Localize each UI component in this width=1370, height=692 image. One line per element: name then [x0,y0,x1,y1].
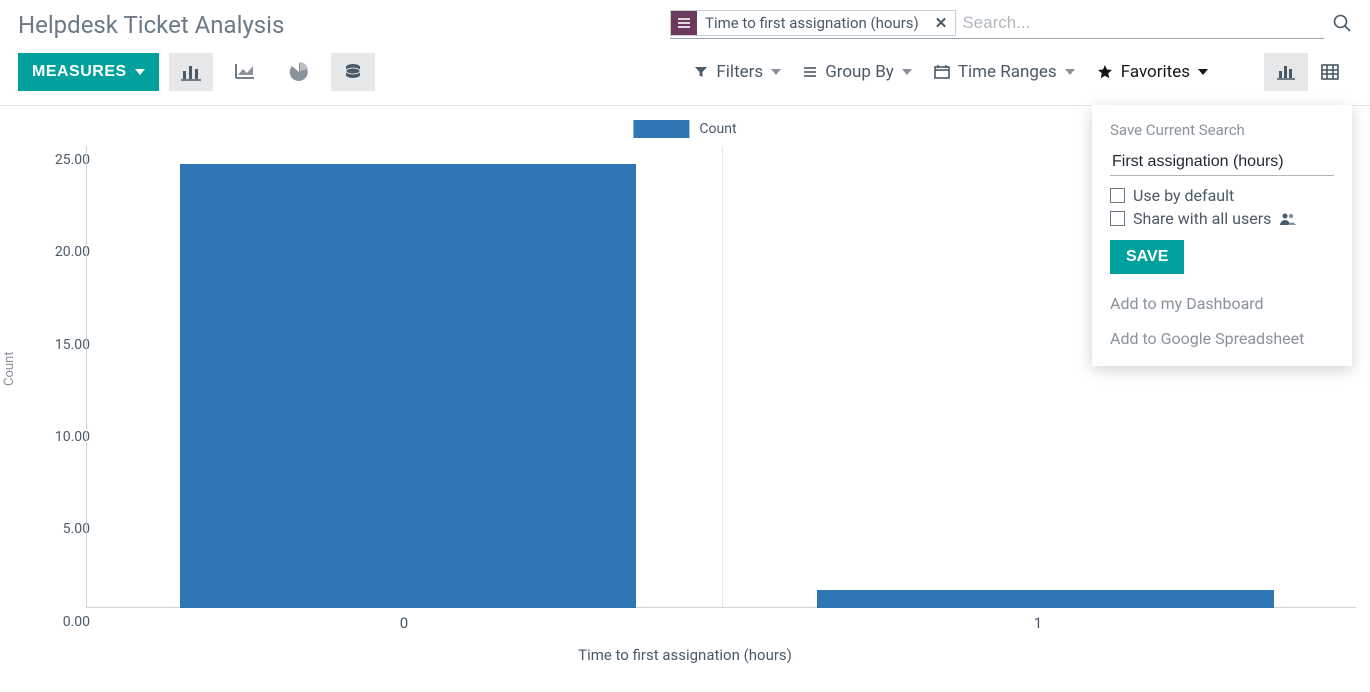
y-tick: 25.00 [20,152,90,168]
search-bar[interactable]: Time to first assignation (hours) ✕ [670,10,1324,39]
y-tick: 20.00 [20,244,90,260]
search-facet: Time to first assignation (hours) ✕ [670,10,956,36]
use-default-label: Use by default [1133,186,1234,205]
table-icon [1321,64,1339,80]
chart-bar [180,164,637,608]
filter-icon [694,65,708,79]
x-axis-label: Time to first assignation (hours) [578,646,792,664]
y-tick: 0.00 [20,614,90,630]
use-default-row[interactable]: Use by default [1092,184,1352,207]
chart-legend: Count [633,120,736,138]
y-tick: 10.00 [20,429,90,445]
search-input[interactable] [956,11,1324,35]
favorites-label: Favorites [1121,62,1190,82]
groupby-label: Group By [825,62,894,82]
groupby-facet-icon [671,11,697,35]
caret-down-icon [771,69,781,75]
bar-chart-icon [1277,64,1295,80]
gridline [722,146,723,608]
favorites-dropdown: Save Current Search Use by default Share… [1092,105,1352,366]
search-facet-remove[interactable]: ✕ [927,14,956,32]
y-tick: 15.00 [20,337,90,353]
add-spreadsheet-link[interactable]: Add to Google Spreadsheet [1092,321,1352,356]
measures-button[interactable]: MEASURES [18,53,159,91]
x-tick: 1 [1034,614,1042,632]
legend-label: Count [699,121,736,137]
line-chart-icon [235,63,255,81]
favorite-name-input[interactable] [1110,149,1334,176]
database-icon [343,63,363,81]
groupby-icon [803,65,817,79]
search-icon[interactable] [1324,13,1352,37]
groupby-menu[interactable]: Group By [803,62,912,82]
filters-label: Filters [716,62,763,82]
caret-down-icon [135,69,145,75]
legend-swatch [633,120,689,138]
favorites-save-title: Save Current Search [1092,117,1352,149]
page-title: Helpdesk Ticket Analysis [18,11,284,39]
x-tick: 0 [400,614,408,632]
search-facet-label: Time to first assignation (hours) [697,14,927,32]
caret-down-icon [902,69,912,75]
share-all-row[interactable]: Share with all users [1092,207,1352,230]
users-icon [1279,212,1297,226]
checkbox-icon[interactable] [1110,211,1125,226]
bar-chart-icon [181,63,201,81]
bar-chart-button[interactable] [169,53,213,91]
checkbox-icon[interactable] [1110,188,1125,203]
share-all-label: Share with all users [1133,209,1271,228]
favorites-menu[interactable]: Favorites [1097,62,1208,82]
star-icon [1097,64,1113,80]
timeranges-menu[interactable]: Time Ranges [934,62,1075,82]
add-dashboard-link[interactable]: Add to my Dashboard [1092,286,1352,321]
y-axis-label: Count [2,352,17,386]
chart-bar [817,590,1274,608]
y-tick: 5.00 [20,521,90,537]
stacked-button[interactable] [331,53,375,91]
line-chart-button[interactable] [223,53,267,91]
measures-label: MEASURES [32,63,127,81]
caret-down-icon [1065,69,1075,75]
caret-down-icon [1198,69,1208,75]
save-favorite-button[interactable]: SAVE [1110,240,1184,274]
filters-menu[interactable]: Filters [694,62,781,82]
calendar-icon [934,65,950,79]
pivot-view-button[interactable] [1308,53,1352,91]
timeranges-label: Time Ranges [958,62,1057,82]
graph-view-button[interactable] [1264,53,1308,91]
pie-chart-icon [289,62,309,82]
pie-chart-button[interactable] [277,53,321,91]
